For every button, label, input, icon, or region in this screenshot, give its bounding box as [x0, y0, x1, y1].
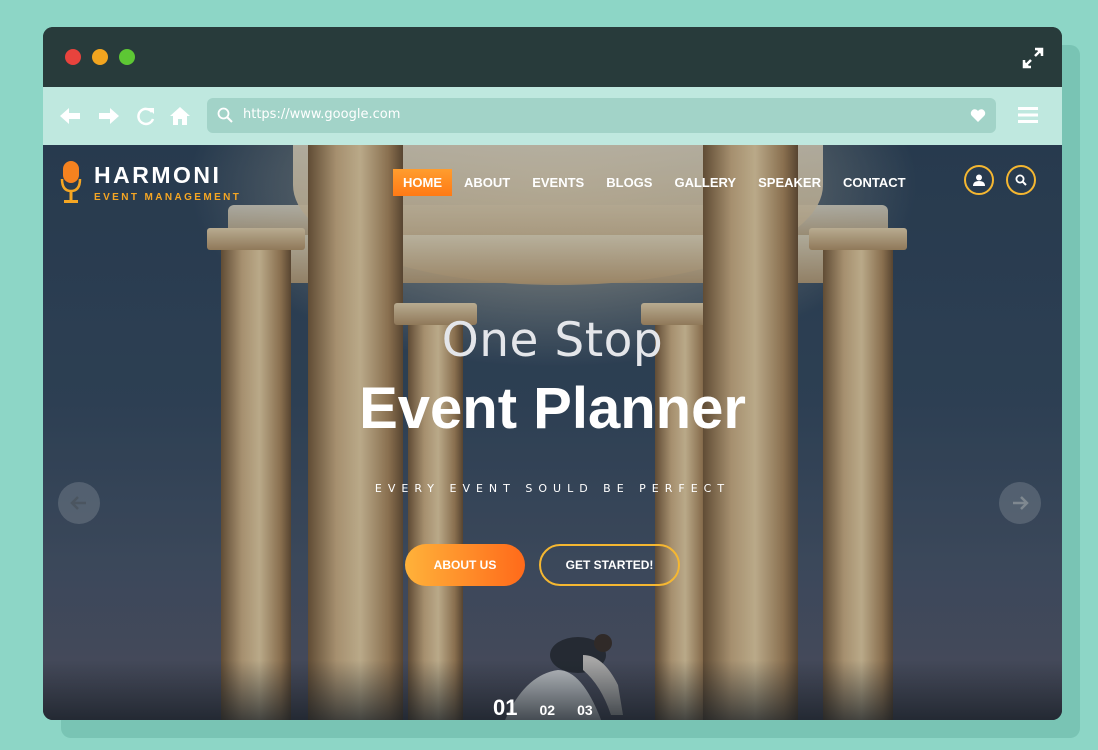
minimize-window-button[interactable]: [92, 49, 108, 65]
hero-title: Event Planner: [359, 376, 746, 441]
slider-next-button[interactable]: [999, 482, 1041, 524]
nav-about[interactable]: ABOUT: [454, 169, 520, 196]
logo-name: HARMONI: [94, 162, 222, 188]
nav-gallery[interactable]: GALLERY: [664, 169, 746, 196]
url-text[interactable]: https://www.google.com: [243, 107, 400, 122]
get-started-button[interactable]: GET STARTED!: [539, 544, 680, 586]
slide-indicator-1[interactable]: 01: [493, 695, 517, 720]
logo-tagline: EVENT MANAGEMENT: [94, 192, 242, 203]
close-window-button[interactable]: [65, 49, 81, 65]
arrow-left-icon: [70, 496, 86, 510]
home-icon[interactable]: [169, 106, 191, 126]
hero-tagline: EVERY EVENT SOULD BE PERFECT: [374, 482, 731, 495]
user-icon: [973, 174, 985, 186]
about-us-button[interactable]: ABOUT US: [405, 544, 525, 586]
nav-home[interactable]: HOME: [393, 168, 452, 196]
forward-arrow-icon[interactable]: [98, 106, 120, 126]
reload-icon[interactable]: [135, 106, 157, 126]
search-icon: [217, 107, 233, 123]
browser-toolbar: https://www.google.com: [43, 87, 1062, 145]
nav-contact[interactable]: CONTACT: [833, 169, 916, 196]
microphone-logo-icon: [60, 161, 82, 203]
search-icon: [1015, 174, 1027, 186]
website-viewport: HARMONI EVENT MANAGEMENT HOME ABOUT EVEN…: [43, 145, 1062, 720]
address-bar[interactable]: https://www.google.com: [207, 98, 996, 133]
hero-subtitle: One Stop: [441, 313, 664, 368]
nav-events[interactable]: EVENTS: [522, 169, 594, 196]
back-arrow-icon[interactable]: [59, 106, 81, 126]
nav-blogs[interactable]: BLOGS: [596, 169, 662, 196]
slide-indicator-2[interactable]: 02: [539, 702, 555, 718]
slider-pagination: 01 02 03: [493, 695, 615, 720]
site-search-button[interactable]: [1006, 165, 1036, 195]
hamburger-menu-icon[interactable]: [1018, 106, 1038, 124]
user-account-button[interactable]: [964, 165, 994, 195]
nav-speaker[interactable]: SPEAKER: [748, 169, 831, 196]
expand-icon[interactable]: [1022, 47, 1044, 69]
arrow-right-icon: [1013, 496, 1029, 510]
slider-prev-button[interactable]: [58, 482, 100, 524]
maximize-window-button[interactable]: [119, 49, 135, 65]
title-bar: [43, 27, 1062, 87]
slide-indicator-3[interactable]: 03: [577, 702, 593, 718]
browser-window: https://www.google.com HARMONI EVENT MAN…: [43, 27, 1062, 720]
heart-icon[interactable]: [970, 108, 986, 123]
site-navigation: HOME ABOUT EVENTS BLOGS GALLERY SPEAKER …: [393, 168, 918, 196]
